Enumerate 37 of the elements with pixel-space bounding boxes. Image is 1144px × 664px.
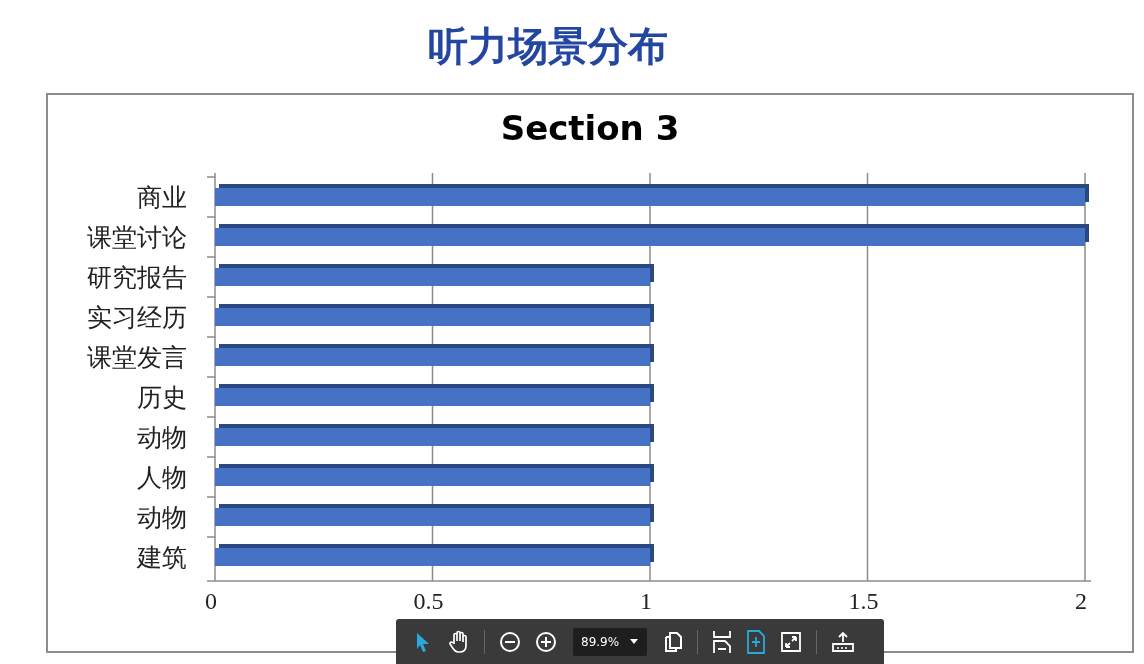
caret-icon <box>629 638 640 645</box>
chart-title: Section 3 <box>500 108 680 148</box>
tick-mark <box>206 416 216 418</box>
hand-icon <box>448 629 470 654</box>
category-label: 实习经历 <box>87 303 187 332</box>
category-label: 课堂发言 <box>87 343 187 372</box>
tick-mark <box>206 296 216 298</box>
category-label: 课堂讨论 <box>87 223 187 252</box>
tick-mark <box>206 456 216 458</box>
tick-mark <box>206 376 216 378</box>
zoom-out-icon <box>499 630 521 653</box>
category-label: 建筑 <box>137 543 187 572</box>
zoom-field[interactable]: 89.9% <box>573 627 648 656</box>
tick-label: 2 <box>1075 588 1087 614</box>
fullscreen-icon <box>780 630 803 653</box>
tick-label: 1 <box>640 588 652 614</box>
category-label: 商业 <box>137 183 187 212</box>
tick-label: 0 <box>205 588 217 614</box>
tick-mark <box>206 176 216 178</box>
fit-width-icon <box>712 629 733 654</box>
upload-icon <box>831 630 856 653</box>
category-label: 人物 <box>137 463 187 492</box>
tick-mark <box>206 536 216 538</box>
category-label: 动物 <box>137 503 187 532</box>
zoom-in-icon <box>535 630 557 653</box>
tick-mark <box>206 336 216 338</box>
tick-mark <box>206 496 216 498</box>
category-label: 动物 <box>137 423 187 452</box>
pages-icon <box>663 630 684 653</box>
tick-label: 0.5 <box>413 588 444 614</box>
tick-label: 1.5 <box>848 588 879 614</box>
fit-page-icon <box>746 629 767 654</box>
category-label: 研究报告 <box>87 263 187 292</box>
category-label: 历史 <box>137 383 187 412</box>
tick-mark <box>206 216 216 218</box>
tick-mark <box>206 256 216 258</box>
page-title: 听力场景分布 <box>428 22 668 71</box>
